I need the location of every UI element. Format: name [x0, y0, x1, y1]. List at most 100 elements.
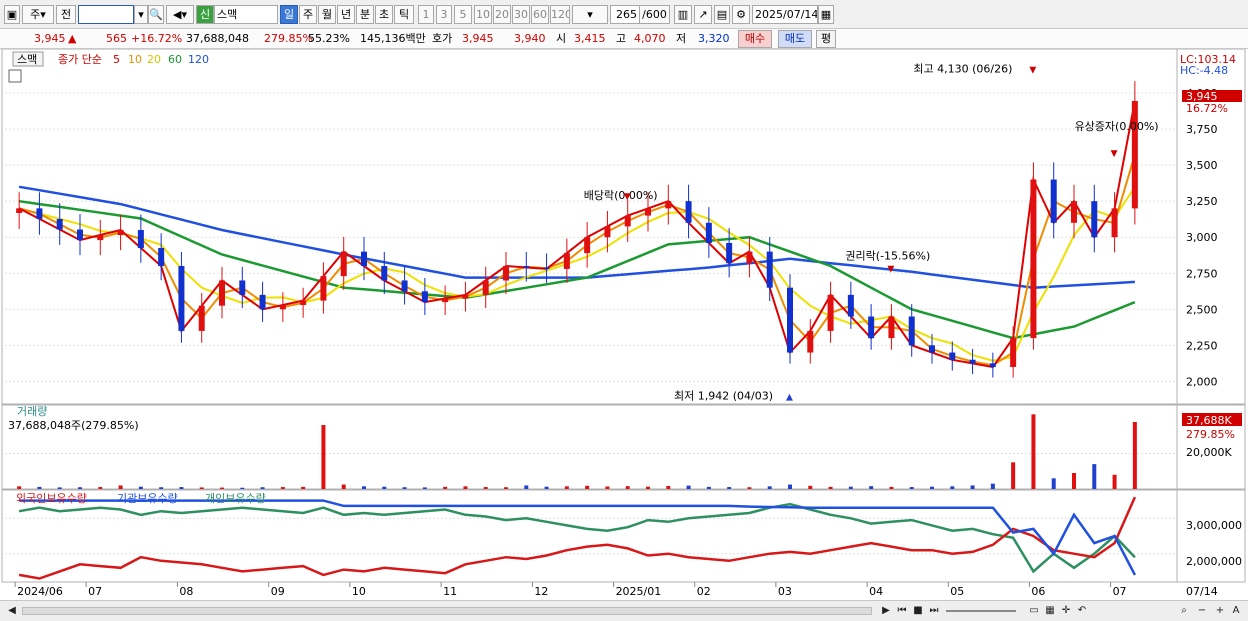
date-tick-label: 07 [88, 585, 102, 598]
candle-body [320, 276, 327, 301]
tab-tick[interactable]: 틱 [394, 5, 414, 24]
crosshair-icon[interactable]: ✛ [1058, 603, 1074, 619]
text-tool-icon[interactable]: A [1228, 603, 1244, 619]
count-total: /600 [640, 5, 670, 24]
window-menu-icon[interactable]: ▣ [4, 5, 20, 24]
gear-icon[interactable]: ⚙ [732, 5, 750, 24]
candle-body [401, 280, 408, 292]
interval-20[interactable]: 20 [493, 5, 511, 24]
tab-second[interactable]: 초 [375, 5, 393, 24]
volume-bar [382, 486, 387, 489]
stock-code-input[interactable]: 099440 [78, 5, 134, 24]
scroll-left-icon[interactable]: ◀ [4, 603, 20, 619]
grid-icon[interactable]: ▦ [1042, 603, 1058, 619]
legend-ma20: 20 [147, 53, 161, 66]
status-bar: ◀ ▶ ⏮ ■ ⏭ ▭ ▦ ✛ ↶ ⌕ − + A [0, 600, 1248, 621]
high-annotation-arrow: ▼ [1029, 65, 1036, 75]
calendar-icon[interactable]: ▦ [818, 5, 834, 24]
tab-daily[interactable]: 일 [280, 5, 298, 24]
open-label: 시 [556, 32, 567, 45]
zoom-slider[interactable] [946, 610, 1016, 612]
sound-icon[interactable]: ◀▾ [166, 5, 194, 24]
capital-increase-annotation-arrow: ▼ [1111, 149, 1118, 159]
candle-body [908, 316, 915, 346]
price-change: 565 [106, 32, 127, 45]
price-axis: 4,0003,7503,5003,2503,0002,7502,5002,250… [1186, 87, 1218, 388]
low-annotation: 최저 1,942 (04/03) [674, 390, 773, 403]
tab-monthly[interactable]: 월 [318, 5, 336, 24]
legend-ma-label: 종가 단순 [58, 53, 102, 66]
rights-annotation-arrow: ▼ [887, 264, 894, 274]
price-tick-label: 3,000 [1186, 231, 1218, 244]
fast-forward-icon[interactable]: ⏭ [926, 603, 942, 619]
high-annotation: 최고 4,130 (06/26) [913, 62, 1012, 75]
up-arrow-icon: ▲ [68, 32, 77, 45]
volume-bar [909, 487, 914, 489]
volume-bar [646, 486, 650, 489]
zoom-in-icon[interactable]: + [1212, 603, 1228, 619]
interval-120[interactable]: 120 [550, 5, 570, 24]
candle-body [462, 294, 469, 299]
zoom-out-icon[interactable]: − [1194, 603, 1210, 619]
interval-30[interactable]: 30 [512, 5, 530, 24]
buy-button[interactable]: 매수 [738, 30, 772, 48]
zoom-icon[interactable]: ⌕ [1176, 603, 1192, 619]
legend-ma5: 5 [113, 53, 120, 66]
stop-icon[interactable]: ■ [910, 603, 926, 619]
candle-body [523, 266, 530, 268]
date-tick-label: 07 [1113, 585, 1127, 598]
volume-bar [301, 486, 306, 489]
interval-3[interactable]: 3 [436, 5, 452, 24]
price-tick-label: 2,750 [1186, 267, 1218, 280]
candle-body [300, 300, 307, 305]
scroll-track[interactable] [22, 607, 872, 615]
price-tick-label: 3,250 [1186, 195, 1218, 208]
tab-weekly[interactable]: 주 [299, 5, 317, 24]
tab-yearly[interactable]: 년 [337, 5, 355, 24]
open-price: 3,415 [574, 32, 606, 45]
save-icon[interactable]: ▤ [714, 5, 730, 24]
stock-chart[interactable]: 최고 4,130 (06/26) ▼ 최저 1,942 (04/03) ▲ 배당락(0.… [0, 49, 1248, 600]
interval-1[interactable]: 1 [418, 5, 434, 24]
tab-minute[interactable]: 분 [356, 5, 374, 24]
new-listing-badge: 신 [196, 5, 214, 24]
volume-bar [1011, 462, 1016, 489]
count-input[interactable]: 265 [610, 5, 640, 24]
interval-10[interactable]: 10 [474, 5, 492, 24]
volume-bar [280, 487, 285, 489]
interval-custom-select[interactable]: ▾ [572, 5, 608, 24]
scroll-right-icon[interactable]: ▶ [878, 603, 894, 619]
period-select[interactable]: 주▾ [22, 5, 54, 24]
volume-bar [686, 485, 691, 489]
chart-type-icon[interactable]: ▥ [674, 5, 692, 24]
sell-button[interactable]: 매도 [778, 30, 812, 48]
volume-tick: 20,000K [1186, 446, 1232, 459]
volume-bar [747, 487, 752, 489]
date-input[interactable]: 2025/07/14 [752, 5, 818, 24]
date-tick-label: 08 [179, 585, 193, 598]
toolbar: ▣ 주▾ 전 099440 ▾ 🔍 ◀▾ 신 스맥 일 주 월 년 분 초 틱 … [0, 0, 1248, 29]
interval-5[interactable]: 5 [454, 5, 472, 24]
rewind-icon[interactable]: ⏮ [894, 603, 910, 619]
candle-body [137, 230, 144, 249]
candle-body [1091, 201, 1098, 238]
candle-body [178, 266, 185, 331]
candle-body [381, 266, 388, 281]
code-dropdown-icon[interactable]: ▾ [134, 5, 148, 24]
interval-60[interactable]: 60 [531, 5, 549, 24]
volume-readout: 37,688,048주(279.85%) [8, 419, 139, 432]
view-toggle-icon[interactable]: ▭ [1026, 603, 1042, 619]
undo-icon[interactable]: ↶ [1074, 603, 1090, 619]
prev-button[interactable]: 전 [56, 5, 76, 24]
stock-name-field[interactable]: 스맥 [214, 5, 278, 24]
candle-body [198, 305, 205, 331]
grid-toggle-icon[interactable] [8, 69, 22, 83]
search-icon[interactable]: 🔍 [148, 5, 164, 24]
volume-bar [220, 487, 224, 489]
candle-body [97, 235, 104, 241]
draw-tool-icon[interactable]: ↗ [694, 5, 712, 24]
candle-body [1131, 100, 1138, 209]
avg-button[interactable]: 평 [816, 30, 836, 48]
panel-frame [1, 404, 1246, 490]
volume-bar [706, 486, 711, 489]
